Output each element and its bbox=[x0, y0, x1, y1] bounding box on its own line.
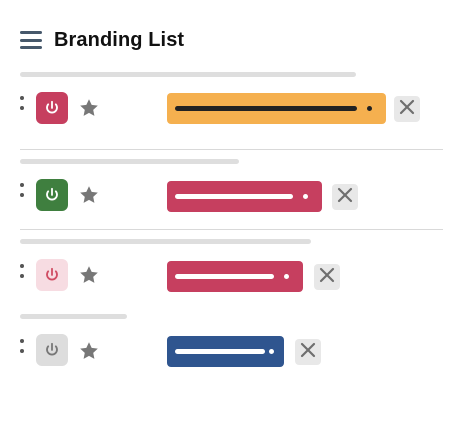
power-icon bbox=[44, 342, 60, 358]
star-icon[interactable] bbox=[78, 97, 100, 119]
brand-chip-dot bbox=[269, 349, 274, 354]
row-title-placeholder bbox=[20, 72, 356, 77]
power-icon bbox=[44, 267, 60, 283]
remove-button[interactable] bbox=[295, 339, 321, 365]
brand-chip-dot bbox=[303, 194, 308, 199]
brand-color-chip[interactable] bbox=[167, 93, 386, 124]
power-toggle-button[interactable] bbox=[36, 334, 68, 366]
drag-handle-icon[interactable] bbox=[20, 96, 24, 112]
brand-chip-dot bbox=[284, 274, 289, 279]
power-toggle-button[interactable] bbox=[36, 179, 68, 211]
close-icon bbox=[399, 99, 415, 120]
power-toggle-button[interactable] bbox=[36, 259, 68, 291]
row-title-placeholder bbox=[20, 314, 127, 319]
star-icon[interactable] bbox=[78, 340, 100, 362]
close-icon bbox=[337, 187, 353, 208]
power-toggle-button[interactable] bbox=[36, 92, 68, 124]
power-icon bbox=[44, 100, 60, 116]
close-icon bbox=[300, 342, 316, 363]
branding-row bbox=[20, 239, 444, 299]
page-title: Branding List bbox=[54, 28, 185, 51]
row-title-placeholder bbox=[20, 159, 239, 164]
power-icon bbox=[44, 187, 60, 203]
star-icon[interactable] bbox=[78, 264, 100, 286]
branding-row bbox=[20, 159, 444, 219]
brand-chip-dot bbox=[367, 106, 372, 111]
drag-handle-icon[interactable] bbox=[20, 264, 24, 280]
drag-handle-icon[interactable] bbox=[20, 339, 24, 355]
brand-name-placeholder bbox=[175, 106, 357, 111]
brand-color-chip[interactable] bbox=[167, 336, 284, 367]
remove-button[interactable] bbox=[394, 96, 420, 122]
brand-name-placeholder bbox=[175, 274, 274, 279]
drag-handle-icon[interactable] bbox=[20, 183, 24, 199]
remove-button[interactable] bbox=[314, 264, 340, 290]
brand-color-chip[interactable] bbox=[167, 261, 303, 292]
brand-color-chip[interactable] bbox=[167, 181, 322, 212]
header: Branding List bbox=[20, 26, 184, 54]
brand-name-placeholder bbox=[175, 194, 293, 199]
star-icon[interactable] bbox=[78, 184, 100, 206]
row-divider bbox=[20, 149, 443, 150]
row-title-placeholder bbox=[20, 239, 311, 244]
row-divider bbox=[20, 229, 443, 230]
close-icon bbox=[319, 267, 335, 288]
brand-name-placeholder bbox=[175, 349, 265, 354]
remove-button[interactable] bbox=[332, 184, 358, 210]
branding-row bbox=[20, 314, 444, 374]
hamburger-menu-icon[interactable] bbox=[20, 31, 42, 49]
branding-row bbox=[20, 72, 444, 132]
